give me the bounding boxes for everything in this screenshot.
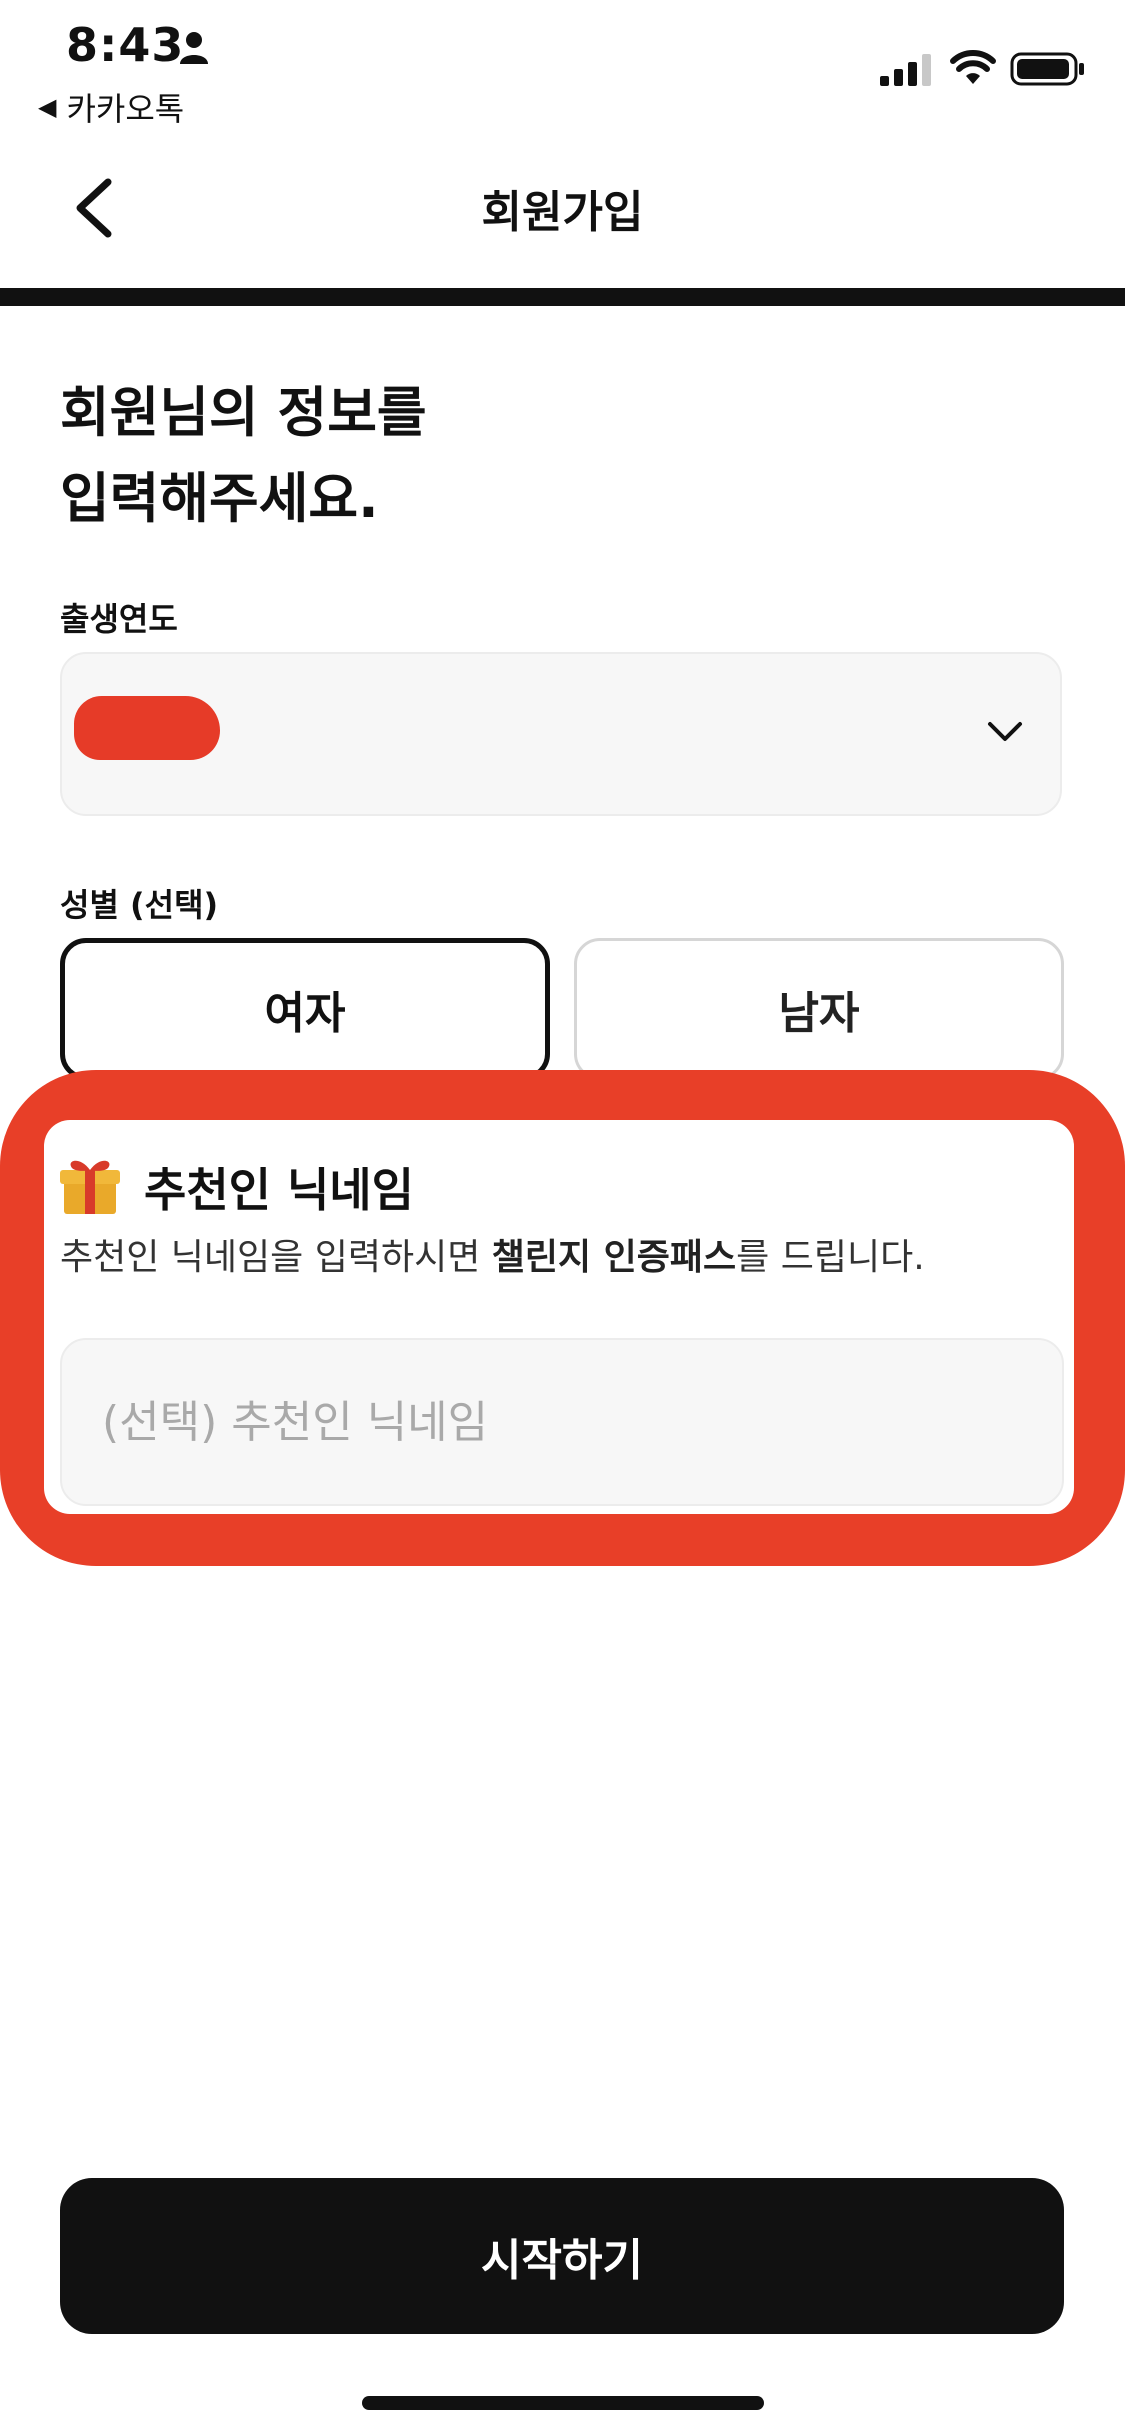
cellular-signal-icon — [880, 54, 931, 86]
chevron-down-icon — [988, 722, 1022, 741]
referral-desc-prefix: 추천인 닉네임을 입력하시면 — [60, 1237, 492, 1278]
nav-divider — [0, 288, 1125, 306]
gender-male-button[interactable]: 남자 — [574, 938, 1064, 1080]
heading-line-2: 입력해주세요. — [60, 467, 379, 530]
form-heading: 회원님의 정보를 입력해주세요. — [60, 370, 427, 542]
referral-desc-bold: 챌린지 인증패스 — [491, 1237, 737, 1278]
redacted-value — [74, 696, 220, 760]
referral-nickname-input[interactable] — [60, 1338, 1064, 1506]
birth-year-select[interactable] — [60, 652, 1062, 816]
battery-icon — [1010, 52, 1084, 86]
back-app-label: 카카오톡 — [66, 90, 185, 128]
referral-description: 추천인 닉네임을 입력하시면 챌린지 인증패스를 드립니다. — [60, 1228, 925, 1280]
birth-year-label: 출생연도 — [60, 600, 178, 638]
person-icon — [180, 32, 208, 64]
status-time: 8:43 — [66, 18, 185, 72]
wifi-icon — [950, 50, 996, 84]
gender-female-button[interactable]: 여자 — [60, 938, 550, 1080]
start-button[interactable]: 시작하기 — [60, 2178, 1064, 2334]
heading-line-1: 회원님의 정보를 — [60, 381, 427, 444]
back-to-app-link[interactable]: ◀ 카카오톡 — [38, 84, 184, 130]
gift-icon — [60, 1160, 120, 1214]
gender-label: 성별 (선택) — [60, 886, 219, 924]
home-indicator — [362, 2396, 764, 2410]
referral-desc-suffix: 를 드립니다. — [736, 1237, 925, 1278]
referral-title: 추천인 닉네임 — [144, 1163, 414, 1217]
page-title: 회원가입 — [481, 187, 644, 238]
back-triangle-icon: ◀ — [38, 93, 57, 121]
